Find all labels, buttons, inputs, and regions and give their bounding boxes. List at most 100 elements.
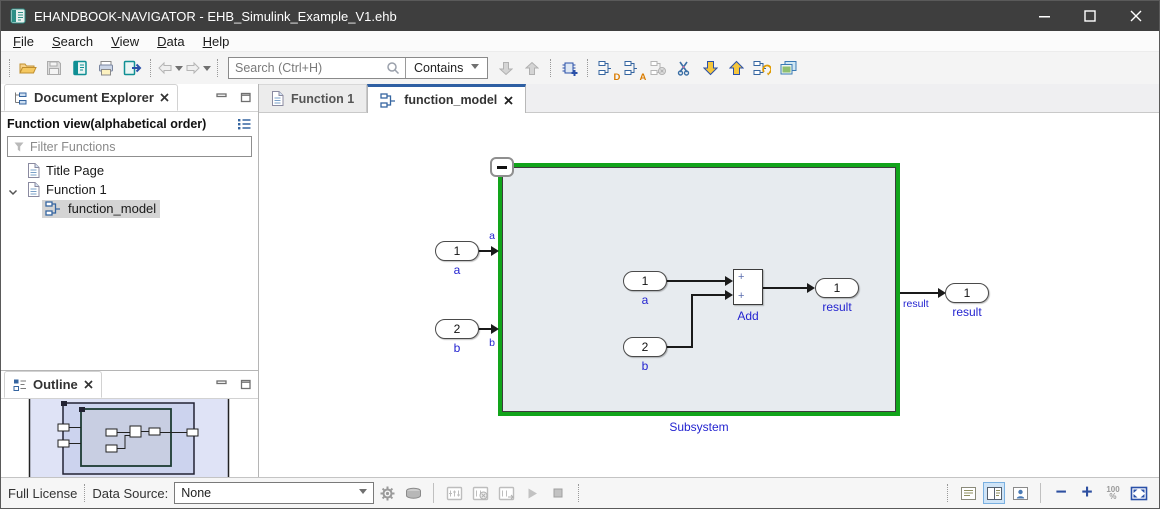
- measurement-grid-icon[interactable]: [443, 482, 465, 504]
- search-previous-icon[interactable]: [520, 56, 544, 80]
- open-new-window-icon[interactable]: [776, 56, 800, 80]
- inner-outport-label: result: [805, 300, 869, 314]
- settings-gear-icon[interactable]: [376, 482, 398, 504]
- export-up-icon[interactable]: [724, 56, 748, 80]
- panel-minimize-icon[interactable]: [216, 90, 228, 108]
- inport-block-a[interactable]: 1: [435, 241, 479, 261]
- tree-item-label: Function 1: [46, 182, 107, 197]
- license-status: Full License: [8, 486, 77, 501]
- person-view-icon[interactable]: [1009, 482, 1031, 504]
- separator: [947, 484, 948, 502]
- maximize-button[interactable]: [1067, 1, 1113, 31]
- port-number: 2: [642, 340, 649, 354]
- print-icon[interactable]: [94, 56, 118, 80]
- navigate-forward-icon[interactable]: [185, 56, 211, 80]
- panel-maximize-icon[interactable]: [240, 377, 252, 395]
- signal-wire: [667, 346, 693, 348]
- back-dropdown-icon[interactable]: [175, 66, 183, 75]
- outline-thumbnail[interactable]: [1, 399, 258, 477]
- close-button[interactable]: [1113, 1, 1159, 31]
- search-mode-dropdown[interactable]: Contains: [405, 58, 487, 78]
- separator: [1040, 483, 1041, 503]
- arrowhead-icon: [725, 276, 733, 286]
- stop-icon[interactable]: [547, 482, 569, 504]
- inner-inport-block-b[interactable]: 2: [623, 337, 667, 357]
- navigate-back-icon[interactable]: [157, 56, 183, 80]
- model-canvas[interactable]: Subsystem 1 a a 2 b b 1 a 2: [259, 113, 1159, 477]
- zoom-100-button[interactable]: 100%: [1102, 482, 1124, 504]
- menu-file[interactable]: File: [4, 33, 43, 50]
- search-input[interactable]: [229, 61, 381, 75]
- measurement-assign-icon[interactable]: [495, 482, 517, 504]
- add-block-label: Add: [718, 309, 778, 323]
- zoom-out-button[interactable]: −: [1050, 482, 1072, 504]
- chevron-down-icon: [471, 64, 479, 73]
- inport-block-b[interactable]: 2: [435, 319, 479, 339]
- split-view-icon[interactable]: [983, 482, 1005, 504]
- zoom-in-button[interactable]: +: [1076, 482, 1098, 504]
- filter-icon: [13, 141, 25, 153]
- menu-view[interactable]: View: [102, 33, 148, 50]
- model-a2l-icon[interactable]: A: [620, 56, 644, 80]
- tree-item-label: function_model: [68, 201, 156, 216]
- add-block[interactable]: + +: [733, 269, 763, 305]
- panel-minimize-icon[interactable]: [216, 377, 228, 395]
- port-number: 2: [454, 322, 461, 336]
- a2l-badge: A: [639, 72, 646, 83]
- outline-icon: [13, 378, 27, 392]
- panel-maximize-icon[interactable]: [240, 90, 252, 108]
- tab-function-model[interactable]: function_model: [367, 84, 526, 113]
- tab-function-1[interactable]: Function 1: [259, 84, 367, 112]
- arrowhead-icon: [491, 324, 499, 334]
- model-cut-icon[interactable]: [672, 56, 696, 80]
- plus-operator: +: [738, 272, 744, 282]
- dcm-badge: D: [613, 72, 620, 83]
- tree-item-function-1[interactable]: Function 1: [1, 180, 258, 199]
- forward-dropdown-icon[interactable]: [203, 66, 211, 75]
- menu-search[interactable]: Search: [43, 33, 102, 50]
- menu-data[interactable]: Data: [148, 33, 193, 50]
- model-refresh-icon[interactable]: [750, 56, 774, 80]
- data-source-dropdown[interactable]: None: [174, 482, 374, 504]
- view-menu-icon[interactable]: [237, 118, 252, 130]
- measurement-remove-icon[interactable]: [469, 482, 491, 504]
- tree-item-title-page[interactable]: Title Page: [1, 161, 258, 180]
- document-explorer-tab[interactable]: Document Explorer: [4, 84, 178, 111]
- outline-tab-label: Outline: [33, 377, 78, 392]
- data-source-disc-icon[interactable]: [402, 482, 424, 504]
- open-handbook-icon[interactable]: [16, 56, 40, 80]
- close-icon[interactable]: [84, 380, 93, 389]
- filter-functions-input[interactable]: [30, 140, 246, 154]
- model-icon: [45, 201, 62, 216]
- model-dcm-icon[interactable]: D: [594, 56, 618, 80]
- outport-block-result[interactable]: 1: [945, 283, 989, 303]
- single-page-view-icon[interactable]: [957, 482, 979, 504]
- document-icon: [27, 163, 40, 178]
- port-number: 1: [834, 281, 841, 295]
- inner-outport-block-result[interactable]: 1: [815, 278, 859, 298]
- subsystem-collapse-button[interactable]: [490, 157, 514, 177]
- close-handbook-icon[interactable]: [120, 56, 144, 80]
- save-icon[interactable]: [42, 56, 66, 80]
- menu-help[interactable]: Help: [194, 33, 239, 50]
- chevron-expanded-icon[interactable]: [8, 185, 18, 200]
- play-icon[interactable]: [521, 482, 543, 504]
- app-logo-icon: [10, 8, 26, 24]
- search-box: Contains: [228, 57, 488, 79]
- close-icon[interactable]: [504, 96, 513, 105]
- inner-inport-block-a[interactable]: 1: [623, 271, 667, 291]
- outline-tab[interactable]: Outline: [4, 371, 102, 398]
- import-down-icon[interactable]: [698, 56, 722, 80]
- arrowhead-icon: [725, 290, 733, 300]
- model-remove-data-icon[interactable]: [646, 56, 670, 80]
- minimize-button[interactable]: [1021, 1, 1067, 31]
- handbook-info-icon[interactable]: [68, 56, 92, 80]
- arrowhead-icon: [491, 246, 499, 256]
- tree-item-function-model[interactable]: function_model: [1, 199, 258, 218]
- search-next-icon[interactable]: [494, 56, 518, 80]
- minus-icon: [497, 166, 507, 169]
- fit-to-view-icon[interactable]: [1128, 482, 1150, 504]
- close-icon[interactable]: [160, 93, 169, 102]
- toolbar-separator: [587, 59, 588, 77]
- add-model-icon[interactable]: [557, 56, 581, 80]
